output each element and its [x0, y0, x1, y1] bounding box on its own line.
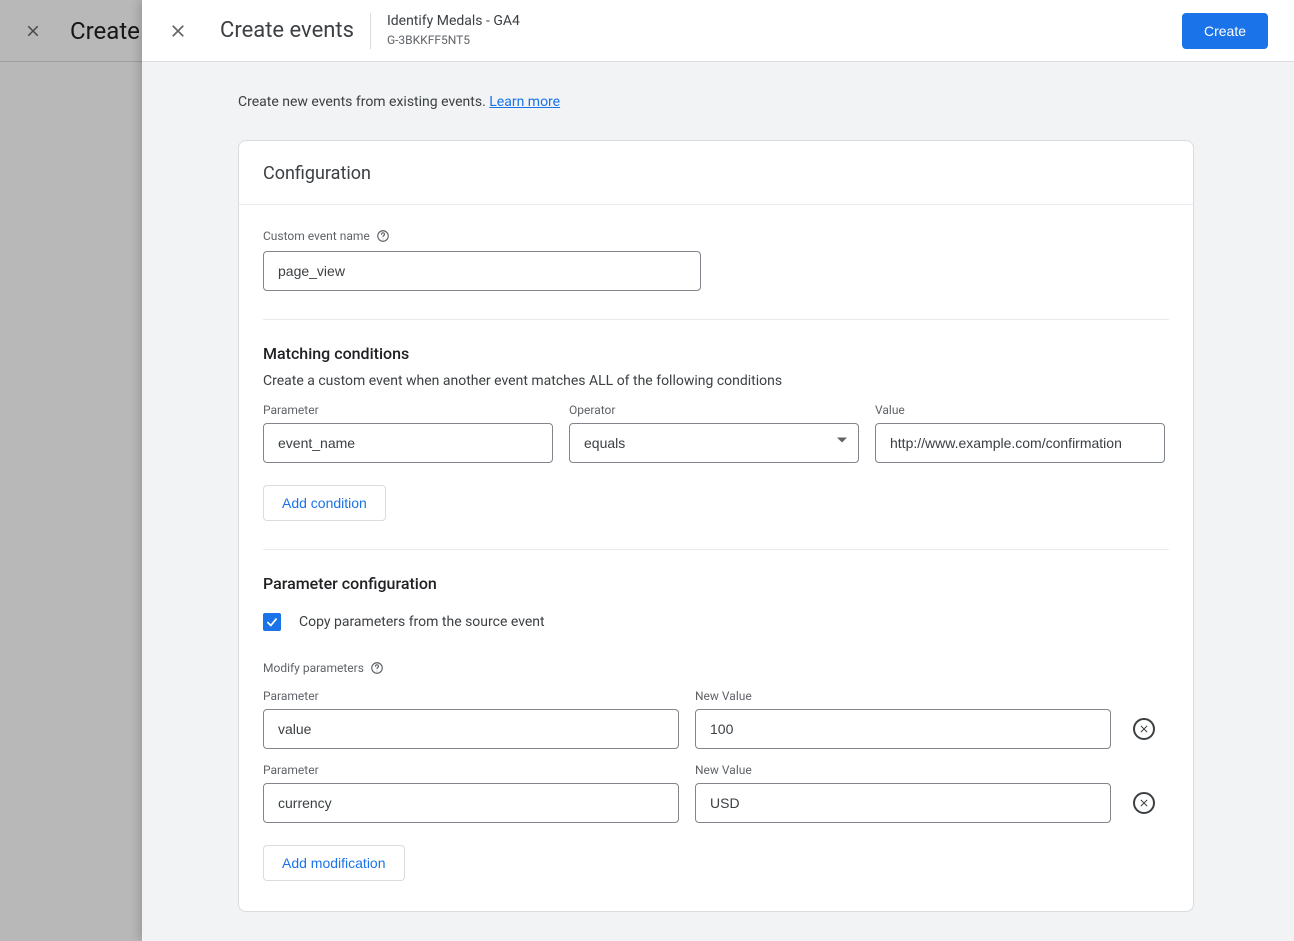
copy-parameters-label: Copy parameters from the source event	[299, 614, 545, 630]
modify-new-value-input[interactable]	[695, 709, 1111, 749]
operator-label: Operator	[569, 403, 859, 417]
matching-conditions-section: Matching conditions Create a custom even…	[239, 320, 1193, 521]
modify-parameter-input[interactable]	[263, 783, 679, 823]
help-icon[interactable]	[370, 661, 384, 675]
learn-more-link[interactable]: Learn more	[489, 94, 560, 110]
copy-parameters-checkbox[interactable]	[263, 613, 281, 631]
modify-parameters-label: Modify parameters	[263, 661, 1169, 675]
intro-sentence: Create new events from existing events.	[238, 94, 489, 110]
new-value-label: New Value	[695, 763, 1111, 777]
custom-event-label-text: Custom event name	[263, 229, 370, 243]
custom-event-name-input[interactable]	[263, 251, 701, 291]
close-icon[interactable]	[168, 21, 188, 41]
paramconfig-title: Parameter configuration	[263, 574, 1169, 593]
condition-row: Parameter Operator Value	[263, 403, 1169, 463]
panel-body: Create new events from existing events. …	[142, 62, 1294, 941]
help-icon[interactable]	[376, 229, 390, 243]
remove-row-icon[interactable]	[1133, 718, 1155, 740]
value-label: Value	[875, 403, 1165, 417]
modify-row: Parameter New Value	[263, 763, 1169, 823]
property-block: Identify Medals - GA4 G-3BKKFF5NT5	[387, 13, 520, 48]
parameter-label: Parameter	[263, 763, 679, 777]
configuration-card: Configuration Custom event name Matching…	[238, 140, 1194, 912]
modify-row: Parameter New Value	[263, 689, 1169, 749]
modify-parameter-input[interactable]	[263, 709, 679, 749]
parameter-config-section: Parameter configuration Copy parameters …	[239, 550, 1193, 881]
custom-event-section: Custom event name	[239, 205, 1193, 291]
parameter-label: Parameter	[263, 689, 679, 703]
remove-row-icon[interactable]	[1133, 792, 1155, 814]
property-id: G-3BKKFF5NT5	[387, 33, 520, 48]
panel-title: Create events	[220, 18, 354, 43]
create-events-panel: Create events Identify Medals - GA4 G-3B…	[142, 0, 1294, 941]
matching-title: Matching conditions	[263, 344, 1169, 363]
condition-operator-select[interactable]	[569, 423, 859, 463]
parameter-label: Parameter	[263, 403, 553, 417]
modify-parameters-label-text: Modify parameters	[263, 661, 364, 675]
intro-text: Create new events from existing events. …	[238, 94, 1294, 110]
divider	[370, 13, 371, 49]
property-name: Identify Medals - GA4	[387, 13, 520, 31]
card-title: Configuration	[239, 141, 1193, 205]
condition-parameter-input[interactable]	[263, 423, 553, 463]
custom-event-label: Custom event name	[263, 229, 1169, 243]
add-modification-button[interactable]: Add modification	[263, 845, 405, 881]
add-condition-button[interactable]: Add condition	[263, 485, 386, 521]
new-value-label: New Value	[695, 689, 1111, 703]
modify-new-value-input[interactable]	[695, 783, 1111, 823]
create-button[interactable]: Create	[1182, 13, 1268, 49]
matching-desc: Create a custom event when another event…	[263, 373, 1169, 389]
panel-header: Create events Identify Medals - GA4 G-3B…	[142, 0, 1294, 62]
condition-value-input[interactable]	[875, 423, 1165, 463]
